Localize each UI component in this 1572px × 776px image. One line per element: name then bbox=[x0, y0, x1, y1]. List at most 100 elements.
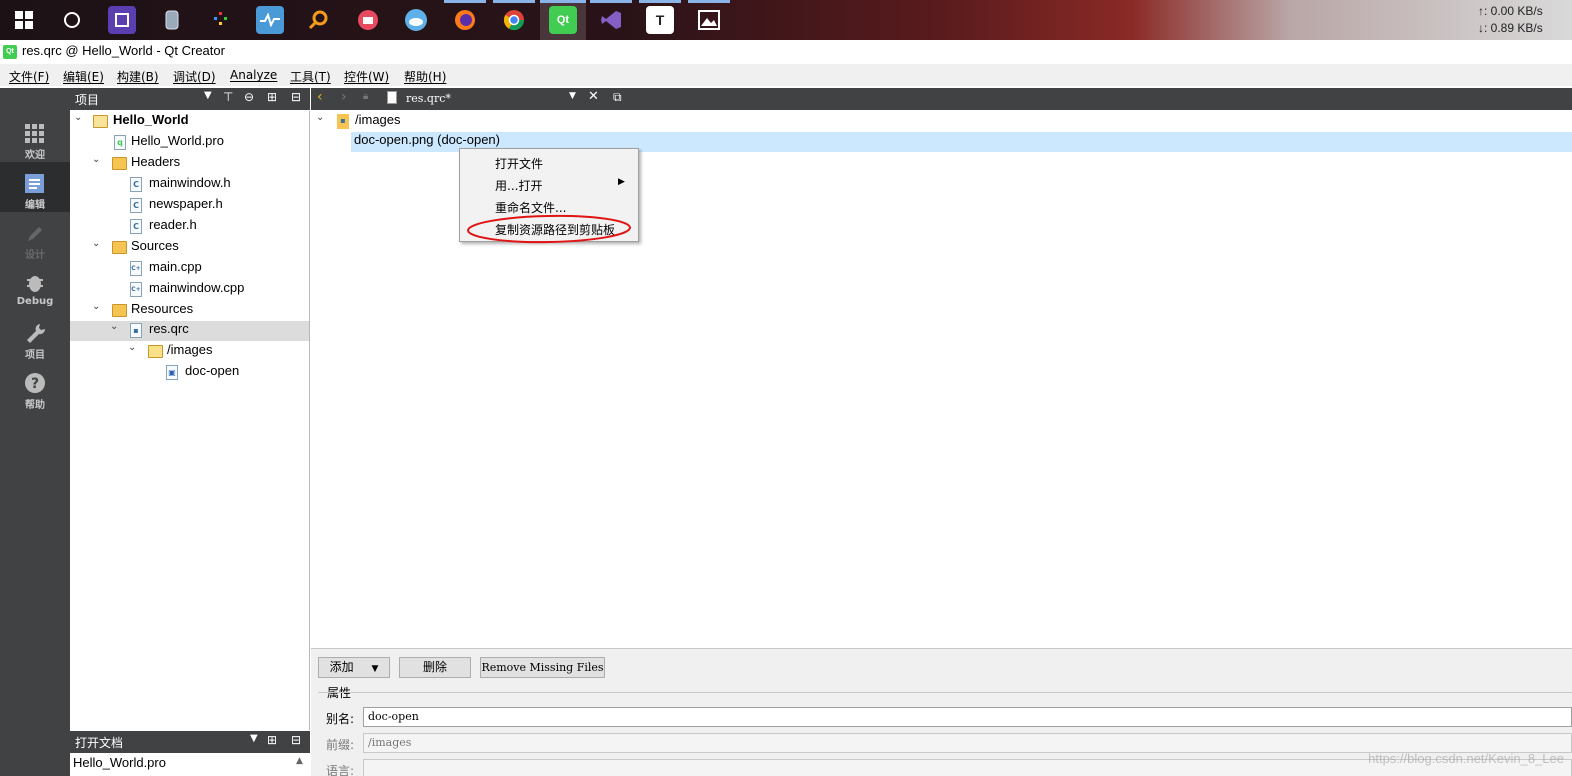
split-view-icon[interactable]: ⧉ bbox=[613, 90, 622, 105]
expand-arrow-icon[interactable]: ⌄ bbox=[92, 301, 102, 312]
mode-design[interactable]: 设计 bbox=[0, 212, 70, 262]
expand-arrow-icon[interactable]: ⌄ bbox=[92, 154, 102, 165]
camera-icon[interactable] bbox=[354, 6, 382, 34]
folder-icon bbox=[148, 345, 163, 358]
chevron-down-icon[interactable]: ▼ bbox=[250, 733, 258, 744]
close-panel-icon[interactable]: ⊟ bbox=[291, 733, 301, 747]
ctx-open-with[interactable]: 用...打开 bbox=[495, 177, 542, 194]
ctx-open-file[interactable]: 打开文件 bbox=[495, 155, 543, 172]
pencil-icon bbox=[28, 227, 42, 241]
chevron-down-icon[interactable]: ▼ bbox=[569, 91, 576, 101]
tree-label-file: newspaper.h bbox=[149, 196, 223, 211]
lock-icon: 🔒︎ bbox=[363, 91, 369, 102]
tree-label-doc: doc-open bbox=[185, 363, 240, 378]
expand-arrow-icon[interactable]: ⌄ bbox=[74, 112, 84, 123]
header-file-icon: C bbox=[130, 198, 142, 213]
help-icon: ? bbox=[25, 373, 45, 393]
mode-design-label: 设计 bbox=[25, 250, 45, 261]
tree-label-qrc: res.qrc bbox=[149, 321, 189, 336]
header-file-icon: C bbox=[130, 219, 142, 234]
alias-input[interactable]: doc-open bbox=[363, 707, 1572, 727]
chrome-icon[interactable] bbox=[500, 6, 528, 34]
window-titlebar: Qt res.qrc @ Hello_World - Qt Creator bbox=[0, 40, 1572, 64]
menu-analyze[interactable]: Analyze bbox=[230, 68, 277, 82]
tree-label-file: mainwindow.cpp bbox=[149, 280, 245, 295]
tree-label-project: Hello_World bbox=[113, 112, 189, 127]
filter-icon[interactable]: ⊤ bbox=[223, 90, 233, 104]
grid-icon[interactable] bbox=[207, 6, 235, 34]
wrench-icon bbox=[27, 324, 45, 343]
typora-icon[interactable]: T bbox=[646, 6, 674, 34]
qt-app-icon: Qt bbox=[3, 45, 17, 59]
back-arrow-icon[interactable]: ‹ bbox=[317, 89, 323, 105]
search-icon[interactable] bbox=[304, 6, 332, 34]
open-documents-toolbar: 打开文档 ▼ ⊞ ⊟ bbox=[70, 731, 310, 753]
remove-button[interactable]: 删除 bbox=[399, 657, 471, 678]
group-divider bbox=[318, 692, 1572, 693]
grid-icon bbox=[25, 124, 44, 143]
remove-missing-files-button[interactable]: Remove Missing Files bbox=[480, 657, 605, 678]
prefix-label: /images bbox=[355, 112, 401, 127]
menu-help[interactable]: 帮助(H) bbox=[404, 68, 446, 85]
mode-help-label: 帮助 bbox=[25, 400, 45, 411]
expand-arrow-icon[interactable]: ⌄ bbox=[110, 321, 120, 332]
mode-edit[interactable]: 编辑 bbox=[0, 162, 70, 212]
mode-help[interactable]: ? 帮助 bbox=[0, 362, 70, 412]
add-button[interactable]: 添加 ▼ bbox=[318, 657, 390, 678]
chevron-down-icon: ▼ bbox=[371, 664, 379, 674]
windows-icon[interactable] bbox=[10, 6, 38, 34]
split-icon[interactable]: ⊞ bbox=[267, 733, 277, 747]
file-icon bbox=[387, 91, 397, 104]
headers-folder-icon bbox=[112, 157, 127, 170]
active-indicator bbox=[540, 0, 586, 3]
image-file-icon: ▣ bbox=[166, 365, 178, 380]
language-label: 语言: bbox=[326, 764, 355, 776]
mode-debug[interactable]: Debug bbox=[0, 262, 70, 312]
menu-build[interactable]: 构建(B) bbox=[117, 68, 159, 85]
monitor-icon[interactable] bbox=[256, 6, 284, 34]
project-view-selector[interactable]: 项目 bbox=[75, 91, 99, 108]
cloud-icon[interactable] bbox=[402, 6, 430, 34]
tree-item-qrc[interactable]: ⌄ ▪ res.qrc bbox=[70, 321, 309, 341]
forward-arrow-icon[interactable]: › bbox=[341, 89, 347, 105]
menu-edit[interactable]: 编辑(E) bbox=[63, 68, 104, 85]
link-icon[interactable]: ⊖ bbox=[244, 90, 254, 104]
firefox-icon[interactable] bbox=[451, 6, 479, 34]
active-indicator bbox=[493, 0, 535, 3]
mode-debug-label: Debug bbox=[16, 296, 54, 307]
add-button-label: 添加 bbox=[329, 660, 354, 674]
mode-welcome[interactable]: 欢迎 bbox=[0, 112, 70, 162]
resource-prefix-row[interactable]: ⌄ ▪ /images bbox=[311, 112, 1572, 132]
split-icon[interactable]: ⊞ bbox=[267, 90, 277, 104]
menu-widgets[interactable]: 控件(W) bbox=[344, 68, 389, 85]
sources-folder-icon bbox=[112, 241, 127, 254]
database-icon[interactable] bbox=[158, 6, 186, 34]
visual-studio-icon[interactable] bbox=[597, 6, 625, 34]
scroll-up-icon[interactable]: ▲ bbox=[296, 756, 303, 766]
expand-arrow-icon[interactable]: ⌄ bbox=[92, 238, 102, 249]
photos-icon[interactable] bbox=[695, 6, 723, 34]
menu-debug[interactable]: 调试(D) bbox=[173, 68, 216, 85]
menu-file[interactable]: 文件(F) bbox=[9, 68, 49, 85]
prefix-input[interactable]: /images bbox=[363, 733, 1572, 753]
chip-icon[interactable] bbox=[108, 6, 136, 34]
menu-tools[interactable]: 工具(T) bbox=[290, 68, 331, 85]
mode-projects[interactable]: 项目 bbox=[0, 312, 70, 362]
tree-item-project[interactable]: ⌄ Hello_World bbox=[70, 112, 309, 132]
project-tree: ⌄ Hello_World q Hello_World.pro ⌄ Header… bbox=[70, 111, 310, 730]
open-document-item[interactable]: Hello_World.pro bbox=[73, 755, 166, 770]
tree-label-file: main.cpp bbox=[149, 259, 202, 274]
red-circle-annotation bbox=[467, 214, 631, 244]
mode-welcome-label: 欢迎 bbox=[25, 150, 45, 161]
expand-arrow-icon[interactable]: ⌄ bbox=[128, 342, 138, 353]
close-icon[interactable]: ✕ bbox=[588, 89, 599, 104]
editor-tab-file[interactable]: res.qrc* bbox=[406, 92, 451, 105]
chevron-down-icon[interactable]: ▼ bbox=[204, 90, 212, 101]
cortana-icon[interactable] bbox=[58, 6, 86, 34]
qt-icon[interactable]: Qt bbox=[549, 6, 577, 34]
menu-bar: 文件(F) 编辑(E) 构建(B) 调试(D) Analyze 工具(T) 控件… bbox=[0, 64, 1572, 86]
bug-icon bbox=[27, 276, 43, 292]
active-indicator bbox=[688, 0, 730, 3]
expand-arrow-icon[interactable]: ⌄ bbox=[316, 112, 326, 123]
close-panel-icon[interactable]: ⊟ bbox=[291, 90, 301, 104]
